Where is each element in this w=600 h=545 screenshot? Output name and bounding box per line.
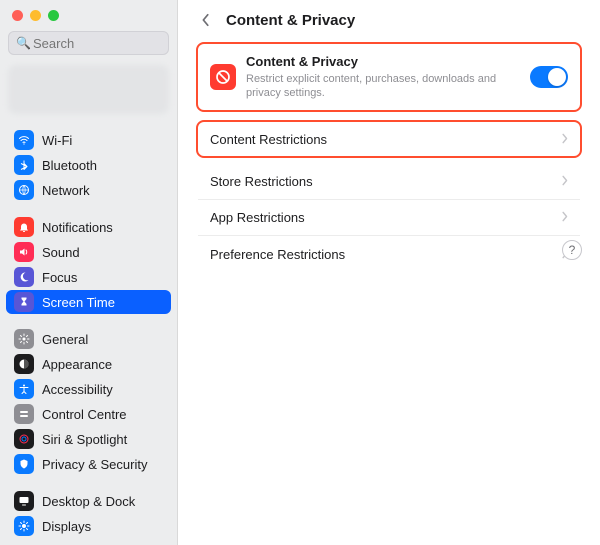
nav-separator [6,477,171,489]
row-store-restrictions[interactable]: Store Restrictions [198,164,580,200]
card-title: Content & Privacy [246,54,520,70]
sidebar-item-label: Desktop & Dock [42,494,135,509]
sidebar-item-label: Wi-Fi [42,133,72,148]
content-privacy-card: Content & Privacy Restrict explicit cont… [196,42,582,112]
gear-icon [14,329,34,349]
sidebar-nav: Wi-Fi Bluetooth Network Notifications Sound F… [0,128,177,541]
sidebar-item-label: Displays [42,519,91,534]
sidebar-item-notifications[interactable]: Notifications [6,215,171,239]
row-preference-restrictions[interactable]: Preference Restrictions [198,236,580,272]
sidebar-item-privacy-security[interactable]: Privacy & Security [6,452,171,476]
row-label: Content Restrictions [210,132,327,147]
chevron-left-icon [201,13,211,27]
search-input[interactable] [8,31,169,55]
row-label: Store Restrictions [210,174,313,189]
sound-icon [14,242,34,262]
nav-separator [6,203,171,215]
main-content: Content & Privacy Content & Privacy Rest… [178,0,600,545]
sidebar-item-label: Accessibility [42,382,113,397]
sidebar-item-label: Network [42,183,90,198]
content-privacy-toggle[interactable] [530,66,568,88]
sidebar-item-label: Sound [42,245,80,260]
focus-icon [14,267,34,287]
sidebar: 🔍 Wi-Fi Bluetooth Network Notifications Soun… [0,0,178,545]
row-content-restrictions[interactable]: Content Restrictions [196,120,582,158]
chevron-right-icon [561,174,568,189]
sidebar-item-label: General [42,332,88,347]
close-window-button[interactable] [12,10,23,21]
bell-icon [14,217,34,237]
row-app-restrictions[interactable]: App Restrictions [198,200,580,236]
header: Content & Privacy [196,10,582,30]
sidebar-item-displays[interactable]: Displays [6,514,171,538]
sidebar-item-label: Control Centre [42,407,127,422]
sidebar-item-desktop-dock[interactable]: Desktop & Dock [6,489,171,513]
settings-window: 🔍 Wi-Fi Bluetooth Network Notifications Soun… [0,0,600,545]
sidebar-item-wi-fi[interactable]: Wi-Fi [6,128,171,152]
displays-icon [14,516,34,536]
sidebar-item-label: Bluetooth [42,158,97,173]
chevron-right-icon [561,210,568,225]
appearance-icon [14,354,34,374]
sidebar-item-label: Notifications [42,220,113,235]
card-description: Restrict explicit content, purchases, do… [246,72,520,101]
back-button[interactable] [196,10,216,30]
bluetooth-icon [14,155,34,175]
sidebar-item-accessibility[interactable]: Accessibility [6,377,171,401]
siri-icon [14,429,34,449]
sidebar-item-general[interactable]: General [6,327,171,351]
sidebar-item-label: Appearance [42,357,112,372]
hourglass-icon [14,292,34,312]
sidebar-item-wallpaper[interactable]: Wallpaper [6,539,171,541]
search-wrap: 🔍 [8,31,169,55]
chevron-right-icon [561,132,568,147]
sidebar-item-focus[interactable]: Focus [6,265,171,289]
sidebar-item-network[interactable]: Network [6,178,171,202]
row-label: Preference Restrictions [210,247,345,262]
help-button[interactable]: ? [562,240,582,260]
network-icon [14,180,34,200]
sidebar-item-label: Siri & Spotlight [42,432,127,447]
sidebar-item-bluetooth[interactable]: Bluetooth [6,153,171,177]
sidebar-item-sound[interactable]: Sound [6,240,171,264]
row-label: App Restrictions [210,210,305,225]
privacy-icon [14,454,34,474]
sidebar-item-control-centre[interactable]: Control Centre [6,402,171,426]
sidebar-item-label: Privacy & Security [42,457,147,472]
no-sign-icon [210,64,236,90]
desktop-icon [14,491,34,511]
fullscreen-window-button[interactable] [48,10,59,21]
page-title: Content & Privacy [226,12,355,29]
sidebar-item-label: Focus [42,270,77,285]
sidebar-item-siri-spotlight[interactable]: Siri & Spotlight [6,427,171,451]
sidebar-item-screen-time[interactable]: Screen Time [6,290,171,314]
restrictions-list: Content Restrictions Store Restrictions Ap… [196,120,582,272]
accessibility-icon [14,379,34,399]
sidebar-item-appearance[interactable]: Appearance [6,352,171,376]
wifi-icon [14,130,34,150]
nav-separator [6,315,171,327]
search-icon: 🔍 [16,36,31,50]
window-controls [0,0,177,29]
control-icon [14,404,34,424]
sidebar-item-label: Screen Time [42,295,115,310]
account-profile[interactable] [8,65,169,114]
minimize-window-button[interactable] [30,10,41,21]
